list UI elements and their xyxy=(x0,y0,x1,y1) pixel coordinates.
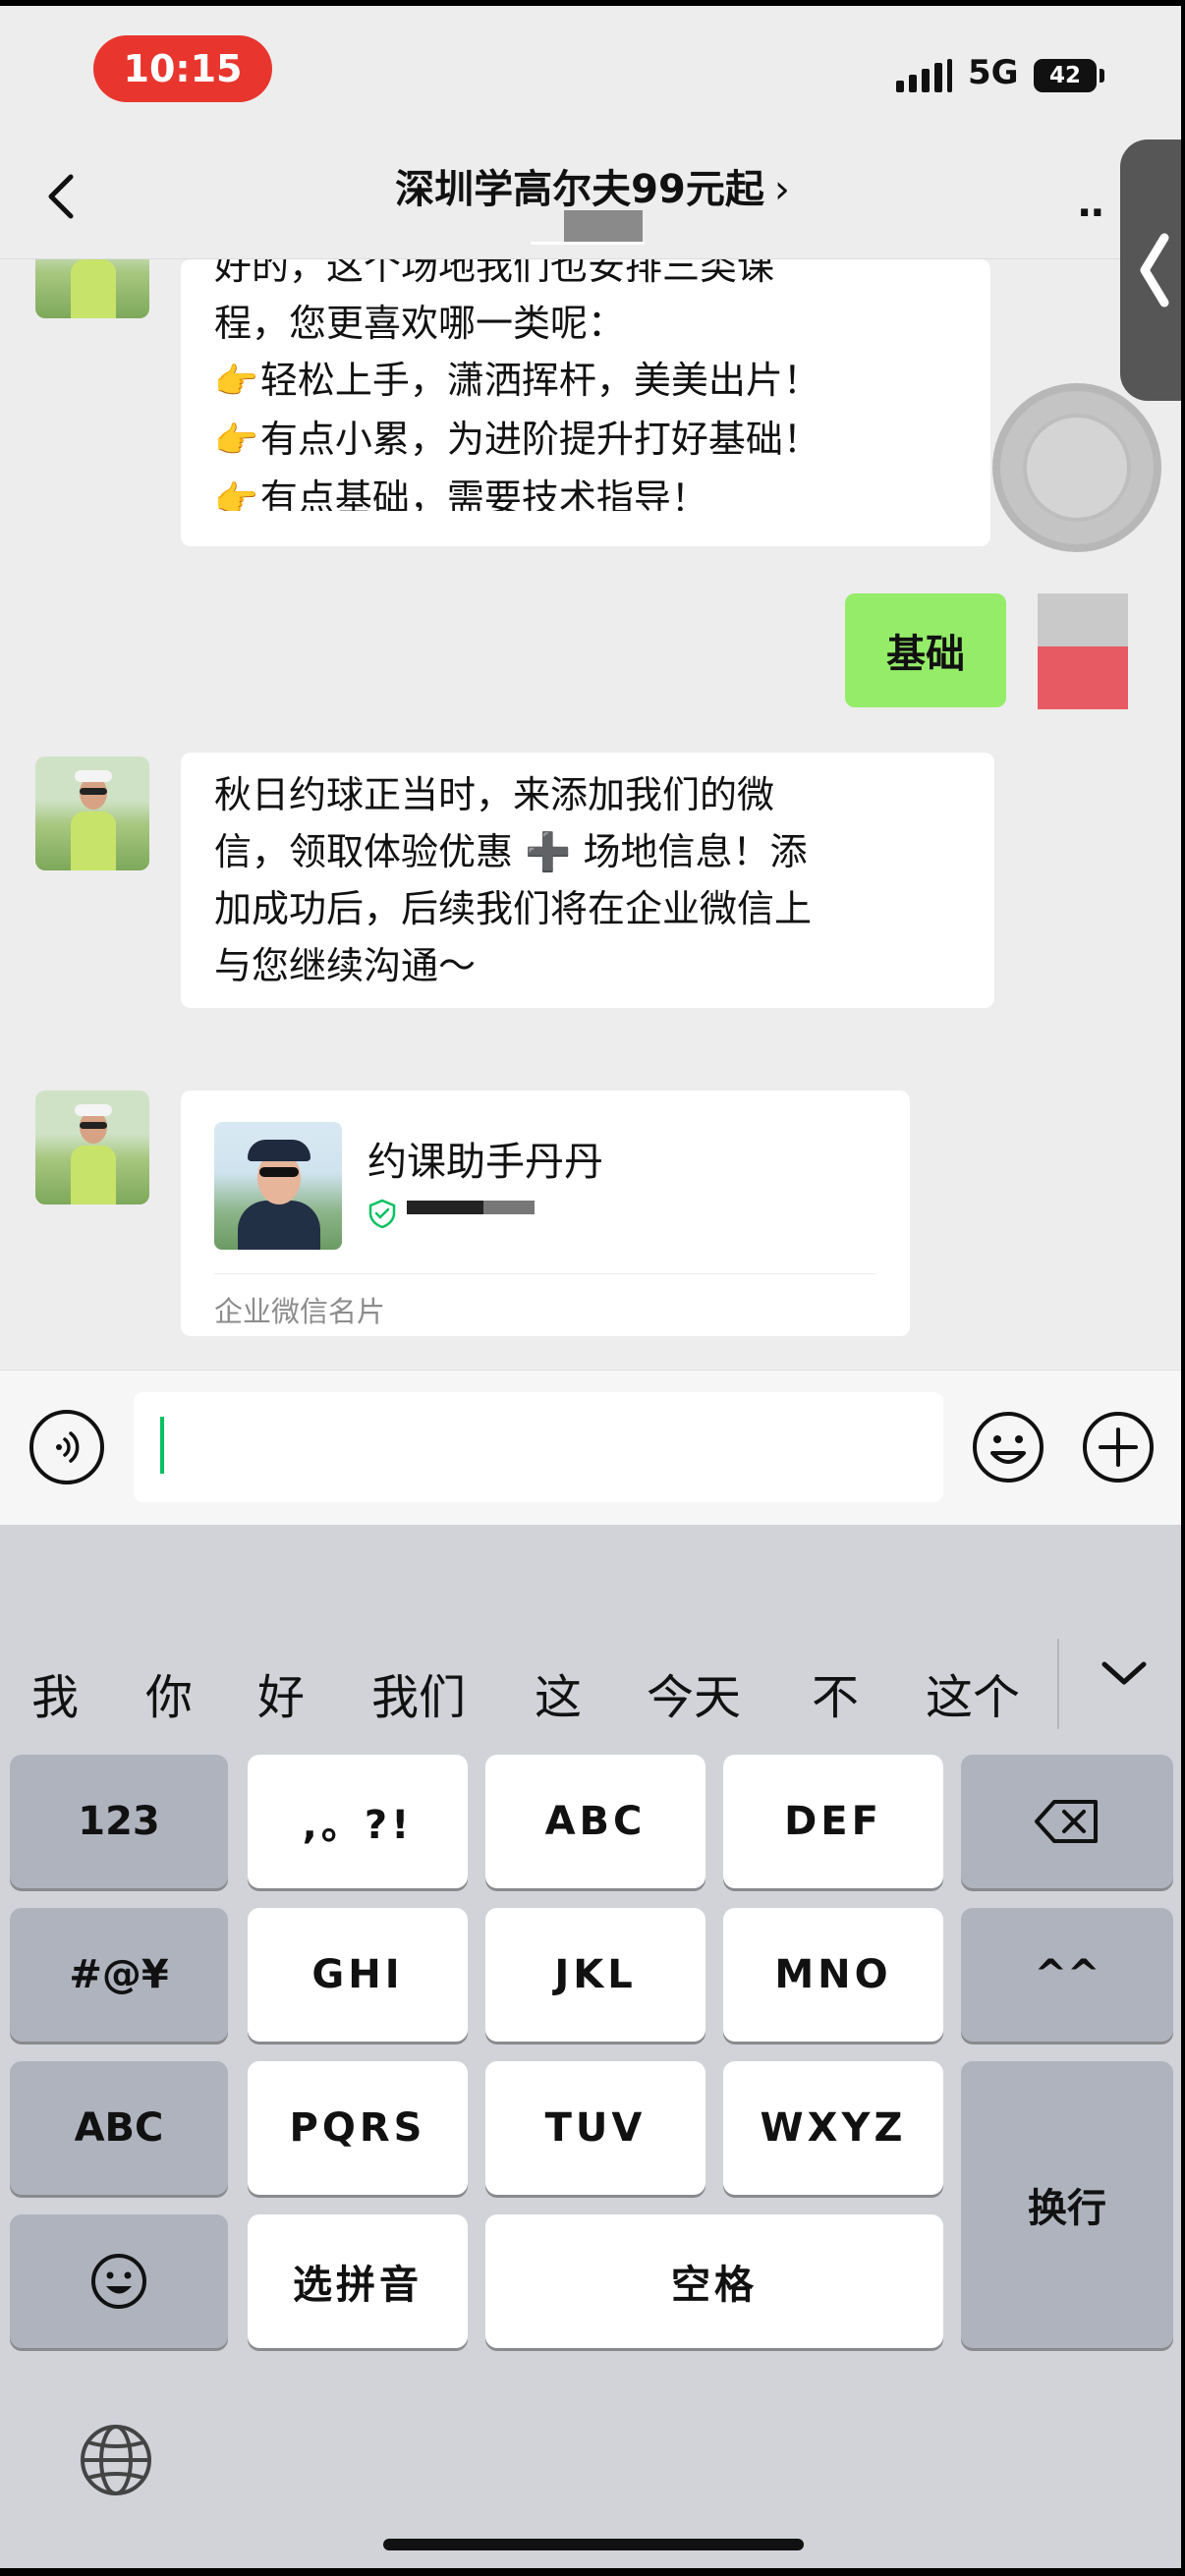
message-bubble[interactable]: 好的，这个场地我们也安排三类课 程，您更喜欢哪一类呢： 👉轻松上手，潇洒挥杆，美… xyxy=(181,259,990,546)
contact-name: 约课助手丹丹 xyxy=(367,1140,603,1185)
emoji-button[interactable] xyxy=(971,1410,1045,1484)
chevron-right-icon: › xyxy=(773,167,790,212)
title-underline xyxy=(531,242,645,245)
pointing-hand-icon: 👉 xyxy=(214,479,258,511)
side-panel-handle[interactable] xyxy=(1120,140,1185,401)
candidate-word[interactable]: 这 xyxy=(535,1658,582,1727)
redaction-block xyxy=(564,210,643,242)
candidate-word[interactable]: 好 xyxy=(257,1658,305,1727)
chat-header: 深圳学高尔夫99元起 › ·· xyxy=(0,132,1185,259)
card-type-label: 企业微信名片 xyxy=(214,1295,386,1328)
screen-right-edge xyxy=(1181,0,1185,2576)
key-punctuation[interactable]: ,。?! xyxy=(248,1755,468,1888)
avatar[interactable] xyxy=(35,259,149,318)
redaction-block xyxy=(407,1201,535,1214)
key-mno[interactable]: MNO xyxy=(723,1908,943,2042)
key-select-pinyin[interactable]: 选拼音 xyxy=(248,2214,468,2348)
globe-icon[interactable] xyxy=(77,2421,155,2499)
chat-title[interactable]: 深圳学高尔夫99元起 › xyxy=(0,157,1185,214)
more-options-button[interactable]: ·· xyxy=(1077,191,1104,236)
key-newline[interactable]: 换行 xyxy=(961,2061,1173,2348)
candidate-word[interactable]: 你 xyxy=(145,1658,193,1727)
candidate-word[interactable]: 我们 xyxy=(371,1658,466,1727)
candidate-word[interactable]: 我 xyxy=(31,1658,79,1727)
screen-bottom-edge xyxy=(0,2568,1185,2576)
pointing-hand-icon: 👉 xyxy=(214,362,258,402)
key-wxyz[interactable]: WXYZ xyxy=(723,2061,943,2195)
chevron-left-icon xyxy=(1140,233,1169,308)
message-input[interactable] xyxy=(134,1392,943,1502)
status-time: 10:15 xyxy=(93,35,272,102)
verified-shield-icon xyxy=(368,1199,396,1228)
battery-level: 42 xyxy=(1048,63,1081,88)
home-indicator[interactable] xyxy=(383,2539,804,2550)
key-def[interactable]: DEF xyxy=(723,1755,943,1888)
status-bar: 10:15 5G 42 xyxy=(0,6,1185,132)
assistive-touch-button[interactable] xyxy=(992,383,1161,552)
message-line: 有点基础，需要技术指导！ xyxy=(259,476,708,511)
assistive-touch-inner xyxy=(1023,414,1131,522)
candidate-divider xyxy=(1057,1639,1059,1729)
chat-title-text: 深圳学高尔夫99元起 xyxy=(395,167,764,212)
contact-photo xyxy=(214,1122,342,1250)
input-bar xyxy=(0,1370,1185,1525)
voice-input-button[interactable] xyxy=(29,1410,104,1484)
message-line: 信，领取体验优惠 ➕ 场地信息！添 xyxy=(214,830,808,873)
candidate-word[interactable]: 这个 xyxy=(926,1658,1020,1727)
message-text: 好的，这个场地我们也安排三类课 程，您更喜欢哪一类呢： 👉轻松上手，潇洒挥杆，美… xyxy=(214,259,957,511)
message-line: 有点小累，为进阶提升打好基础！ xyxy=(259,418,820,461)
key-tuv[interactable]: TUV xyxy=(485,2061,705,2195)
space-key[interactable]: 空格 xyxy=(485,2214,943,2348)
network-type: 5G xyxy=(968,53,1019,92)
message-line: 与您继续沟通～ xyxy=(214,944,477,987)
key-kaomoji[interactable]: ^^ xyxy=(961,1908,1173,2042)
key-abc[interactable]: ABC xyxy=(485,1755,705,1888)
key-123[interactable]: 123 xyxy=(10,1755,228,1888)
message-line: 秋日约球正当时，来添加我们的微 xyxy=(214,773,775,816)
pinyin-keyboard: 我 你 好 我们 这 今天 不 这个 123 ,。?! ABC DEF #@¥ … xyxy=(0,1525,1185,2568)
avatar[interactable] xyxy=(35,756,149,870)
message-line: 好的，这个场地我们也安排三类课 xyxy=(214,259,775,288)
message-line: 加成功后，后续我们将在企业微信上 xyxy=(214,887,813,930)
key-symbols[interactable]: #@¥ xyxy=(10,1908,228,2042)
text-cursor xyxy=(160,1417,164,1474)
key-abc-mode[interactable]: ABC xyxy=(10,2061,228,2195)
candidate-word[interactable]: 不 xyxy=(812,1658,859,1727)
key-pqrs[interactable]: PQRS xyxy=(248,2061,468,2195)
message-line: 程，您更喜欢哪一类呢： xyxy=(214,302,626,345)
avatar[interactable] xyxy=(35,1091,149,1204)
cellular-signal-icon xyxy=(896,59,952,92)
pointing-hand-icon: 👉 xyxy=(214,420,258,461)
key-jkl[interactable]: JKL xyxy=(485,1908,705,2042)
backspace-button[interactable] xyxy=(961,1755,1173,1888)
battery-icon: 42 xyxy=(1034,59,1097,92)
message-bubble[interactable]: 秋日约球正当时，来添加我们的微 信，领取体验优惠 ➕ 场地信息！添 加成功后，后… xyxy=(181,753,994,1008)
battery-tip xyxy=(1100,69,1104,83)
my-message-bubble[interactable]: 基础 xyxy=(845,593,1006,707)
card-divider xyxy=(214,1273,876,1274)
candidate-word[interactable]: 今天 xyxy=(647,1658,741,1727)
emoji-key[interactable] xyxy=(10,2214,228,2348)
my-avatar[interactable] xyxy=(1038,593,1128,709)
contact-card[interactable]: 约课助手丹丹 企业微信名片 xyxy=(181,1091,910,1336)
smiley-icon xyxy=(91,2254,146,2309)
backspace-icon xyxy=(1035,1800,1098,1843)
message-line: 轻松上手，潇洒挥杆，美美出片！ xyxy=(259,359,820,402)
voice-icon xyxy=(56,1431,80,1463)
chevron-down-icon[interactable] xyxy=(1093,1647,1156,1700)
key-ghi[interactable]: GHI xyxy=(248,1908,468,2042)
more-functions-button[interactable] xyxy=(1081,1410,1156,1484)
